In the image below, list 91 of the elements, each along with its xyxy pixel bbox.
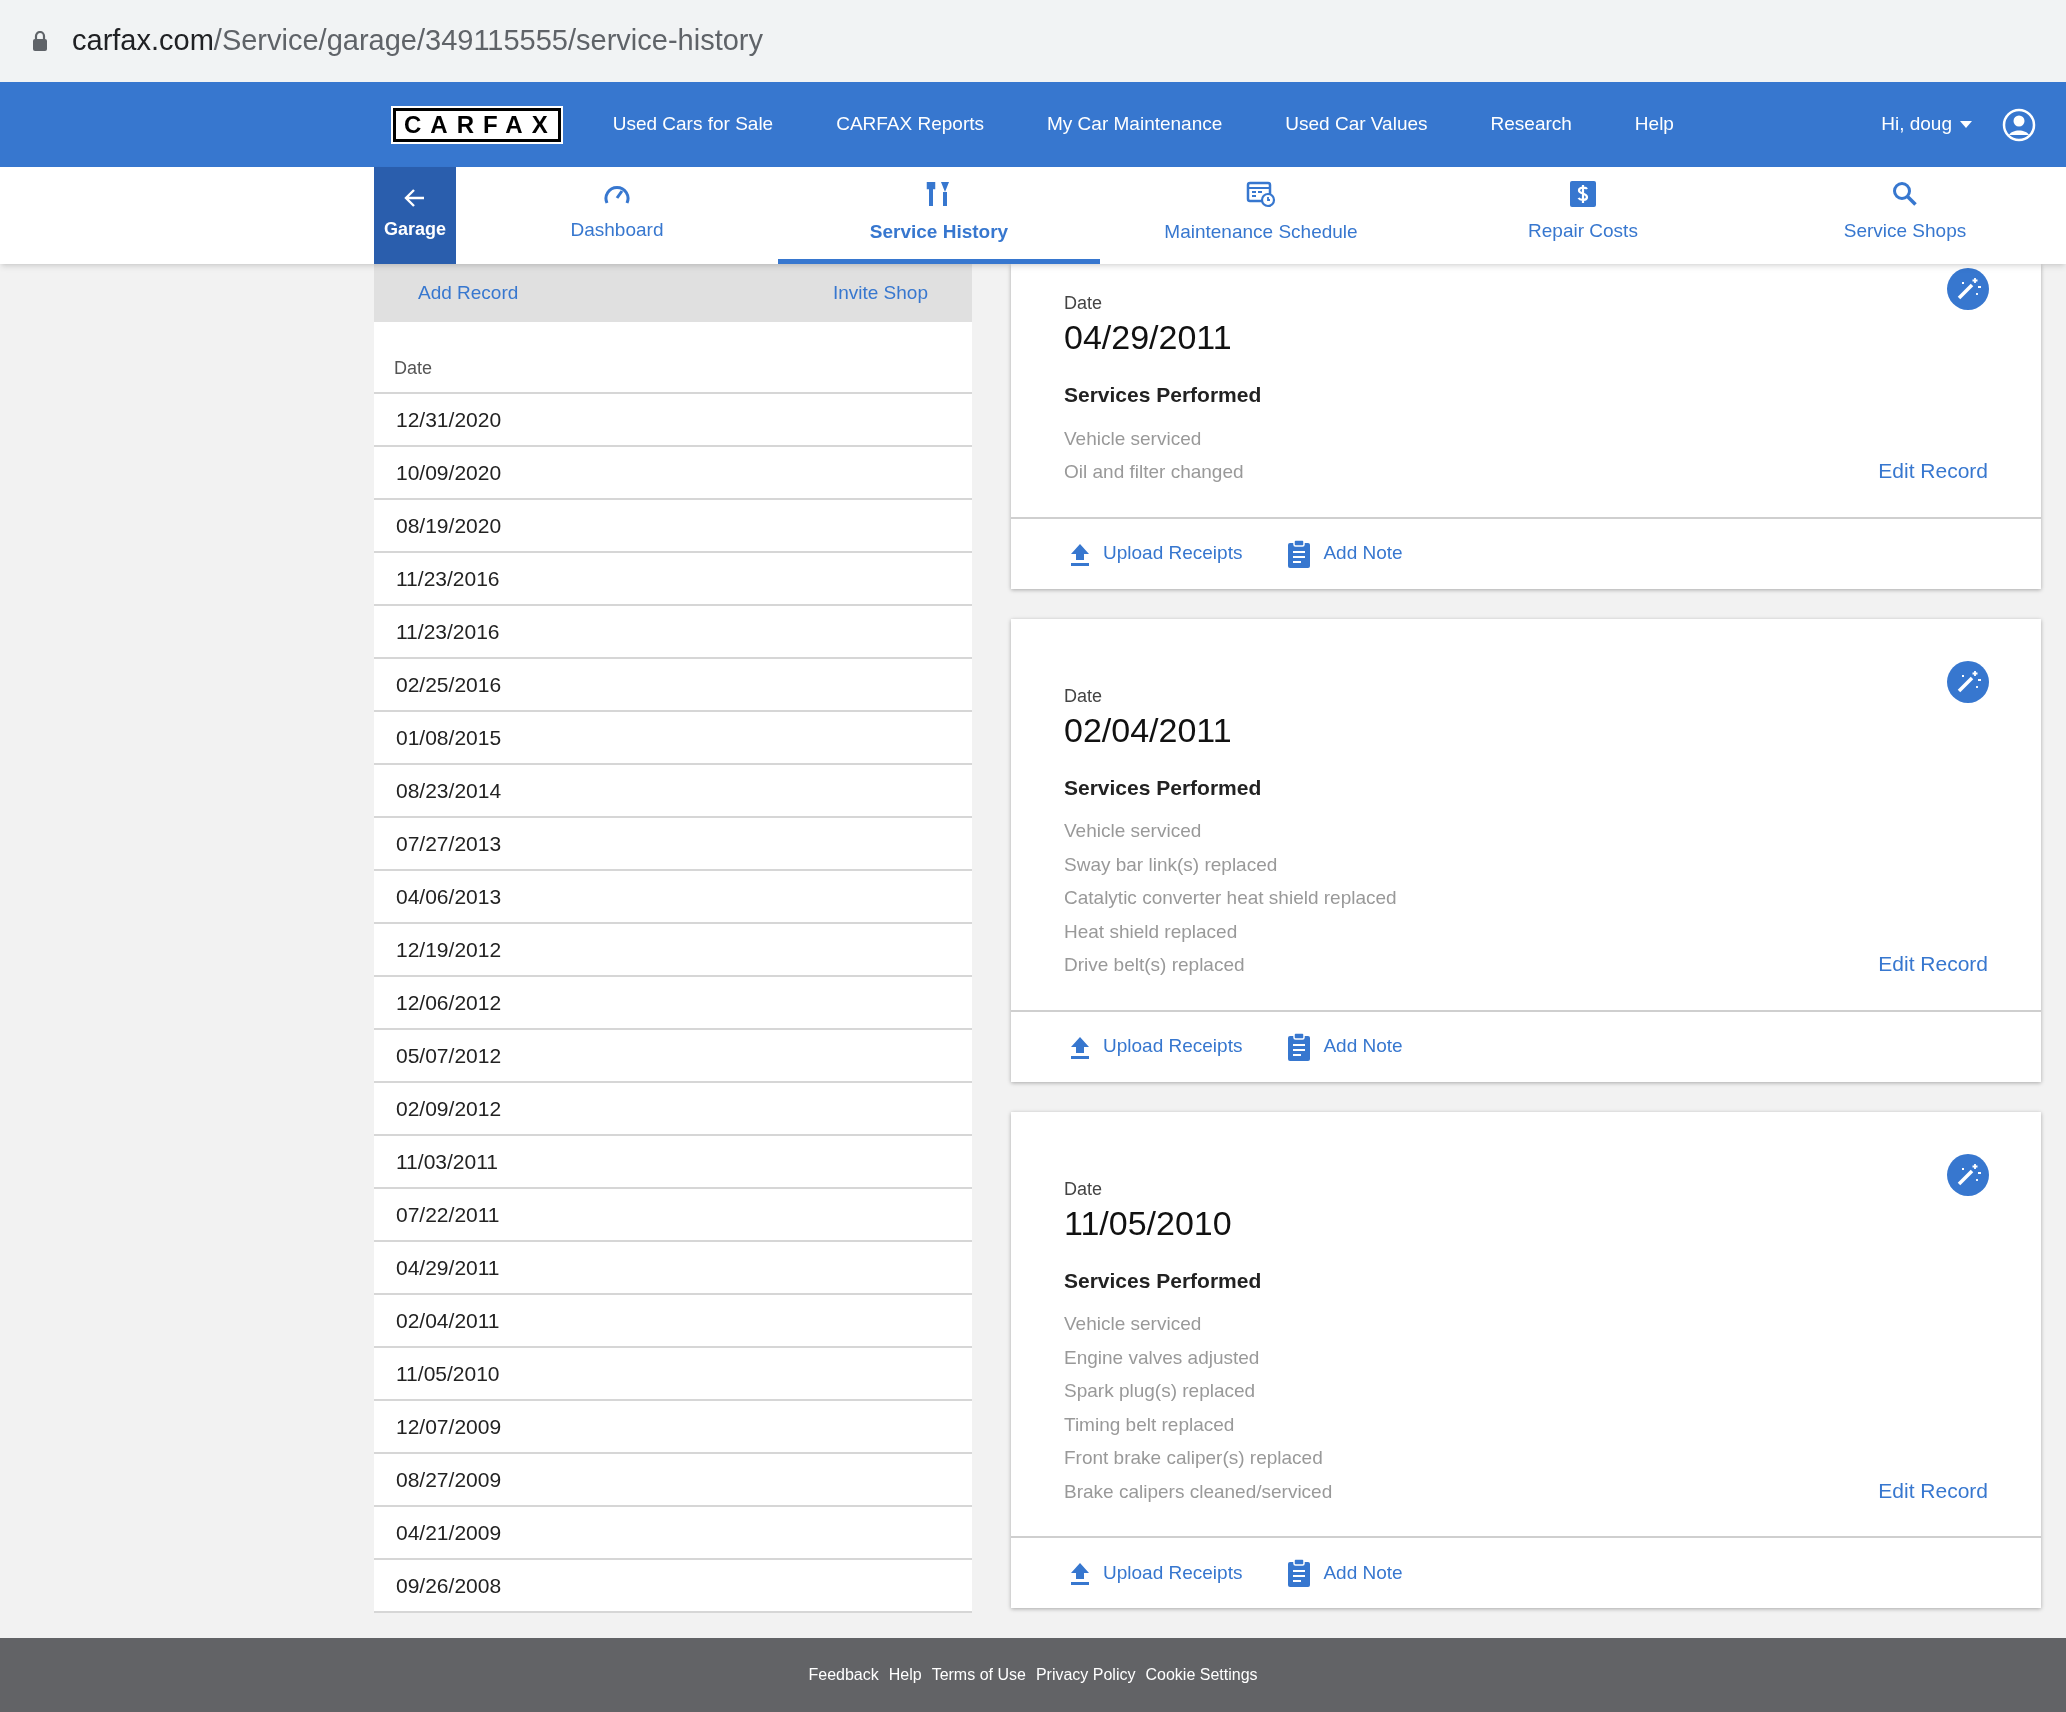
service-date: 04/29/2011 — [1064, 317, 1233, 357]
clipboard-icon — [1287, 1559, 1312, 1587]
service-date: 02/04/2011 — [1064, 709, 1233, 750]
date-row[interactable]: 11/23/2016 — [374, 606, 972, 659]
date-label: Date — [1064, 1177, 1104, 1201]
edit-record-link[interactable]: Edit Record — [1878, 948, 1988, 980]
upload-icon — [1069, 1561, 1091, 1585]
date-row[interactable]: 02/25/2016 — [374, 659, 972, 712]
date-row[interactable]: 10/09/2020 — [374, 447, 972, 500]
date-row[interactable]: 01/08/2015 — [374, 712, 972, 765]
footer-link[interactable]: Privacy Policy — [1035, 1663, 1136, 1687]
calendar-clock-icon — [1246, 179, 1276, 208]
service-item: Brake calipers cleaned/serviced — [1064, 1479, 1333, 1504]
footer-link[interactable]: Terms of Use — [931, 1663, 1026, 1687]
edit-record-link[interactable]: Edit Record — [1878, 455, 1988, 487]
service-date: 11/05/2010 — [1064, 1202, 1233, 1243]
date-row[interactable]: 08/19/2020 — [374, 500, 972, 553]
magic-wand-icon[interactable] — [1947, 660, 1989, 703]
clipboard-icon — [1287, 1032, 1312, 1061]
nav-link[interactable]: Used Cars for Sale — [612, 110, 774, 139]
upload-receipts-link[interactable]: Upload Receipts — [1069, 539, 1243, 568]
date-row[interactable]: 08/23/2014 — [374, 765, 972, 818]
service-item: Sway bar link(s) replaced — [1064, 852, 1279, 877]
date-row[interactable]: 11/23/2016 — [374, 553, 972, 606]
service-item: Heat shield replaced — [1064, 919, 1239, 944]
nav-tab[interactable]: Service Shops — [1744, 167, 2066, 264]
date-label: Date — [1064, 292, 1104, 315]
section-heading: Services Performed — [1064, 1267, 1263, 1294]
service-item: Vehicle serviced — [1064, 426, 1203, 451]
magic-wand-icon[interactable] — [1947, 268, 1989, 310]
garage-back-button[interactable]: Garage — [374, 167, 456, 264]
date-row[interactable]: 02/04/2011 — [374, 1295, 972, 1348]
date-row[interactable]: 07/22/2011 — [374, 1189, 972, 1242]
clipboard-icon — [1287, 539, 1312, 568]
date-row[interactable]: 08/27/2009 — [374, 1454, 972, 1507]
service-item: Catalytic converter heat shield replaced — [1064, 886, 1397, 910]
service-item: Timing belt replaced — [1064, 1412, 1236, 1437]
date-row[interactable]: 04/29/2011 — [374, 1242, 972, 1295]
nav-tab[interactable]: Dashboard — [456, 167, 778, 264]
date-row[interactable]: 04/06/2013 — [374, 871, 972, 924]
service-item: Front brake caliper(s) replaced — [1064, 1446, 1324, 1470]
add-note-link[interactable]: Add Note — [1287, 1032, 1403, 1061]
date-row[interactable]: 02/09/2012 — [374, 1083, 972, 1136]
upload-receipts-link[interactable]: Upload Receipts — [1069, 1558, 1243, 1588]
date-row[interactable]: 07/27/2013 — [374, 818, 972, 871]
footer-link[interactable]: Feedback — [808, 1663, 879, 1687]
service-item: Vehicle serviced — [1064, 1312, 1203, 1336]
dollar-icon — [1570, 180, 1596, 207]
service-item: Engine valves adjusted — [1064, 1345, 1261, 1370]
nav-tab[interactable]: Repair Costs — [1422, 167, 1744, 264]
caret-icon — [1960, 121, 1972, 128]
service-item: Oil and filter changed — [1064, 460, 1244, 484]
date-row[interactable]: 12/19/2012 — [374, 924, 972, 977]
account-icon[interactable] — [2002, 107, 2036, 142]
nav-link[interactable]: Used Car Values — [1285, 110, 1428, 139]
nav-link[interactable]: Help — [1634, 110, 1674, 139]
toolbar-link[interactable]: Add Record — [418, 278, 519, 308]
tools-icon — [926, 179, 952, 208]
magic-wand-icon[interactable] — [1947, 1153, 1989, 1196]
toolbar-link[interactable]: Invite Shop — [832, 278, 928, 308]
section-heading: Services Performed — [1064, 774, 1263, 801]
date-row[interactable]: 12/06/2012 — [374, 977, 972, 1030]
service-item: Vehicle serviced — [1064, 819, 1203, 843]
url-field[interactable]: carfax.com/Service/garage/349115555/service-history — [72, 19, 763, 63]
nav-link[interactable]: Research — [1490, 110, 1572, 139]
user-menu[interactable]: Hi, doug — [1881, 110, 1972, 139]
nav-link[interactable]: CARFAX Reports — [836, 110, 984, 139]
service-item: Drive belt(s) replaced — [1064, 953, 1246, 977]
back-arrow-icon — [404, 188, 426, 208]
column-header: Date — [394, 357, 433, 380]
edit-record-link[interactable]: Edit Record — [1878, 1474, 1988, 1506]
date-label: Date — [1064, 684, 1104, 708]
date-row[interactable]: 04/21/2009 — [374, 1507, 972, 1560]
section-heading: Services Performed — [1064, 382, 1263, 408]
carfax-logo[interactable]: CARFAX — [393, 107, 561, 142]
upload-receipts-link[interactable]: Upload Receipts — [1069, 1032, 1243, 1061]
date-row[interactable]: 09/26/2008 — [374, 1560, 972, 1613]
date-row[interactable]: 12/07/2009 — [374, 1401, 972, 1454]
nav-tab[interactable]: Maintenance Schedule — [1100, 167, 1422, 264]
add-note-link[interactable]: Add Note — [1287, 1558, 1403, 1588]
date-row[interactable]: 12/31/2020 — [374, 394, 972, 447]
search-icon — [1892, 180, 1918, 207]
service-item: Spark plug(s) replaced — [1064, 1379, 1257, 1403]
date-row[interactable]: 05/07/2012 — [374, 1030, 972, 1083]
lock-icon — [32, 31, 48, 51]
nav-link[interactable]: My Car Maintenance — [1047, 110, 1223, 139]
date-row[interactable]: 11/03/2011 — [374, 1136, 972, 1189]
add-note-link[interactable]: Add Note — [1287, 539, 1403, 568]
footer-link[interactable]: Help — [888, 1663, 922, 1687]
footer-link[interactable]: Cookie Settings — [1145, 1663, 1258, 1687]
date-row[interactable]: 11/05/2010 — [374, 1348, 972, 1401]
